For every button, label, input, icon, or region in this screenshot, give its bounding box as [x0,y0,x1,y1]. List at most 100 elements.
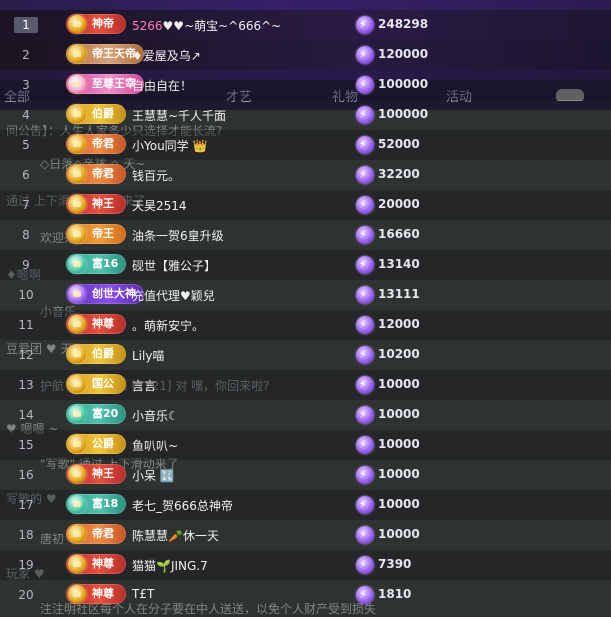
user-name[interactable]: 5266♥♥~萌宝~^666^~ [132,17,281,34]
user-name[interactable]: 猫猫🌱JING.7 [132,557,208,574]
rank-row[interactable]: 11 神尊 。萌新安宁。 12000 [0,310,611,340]
rank-emblem-icon [68,525,86,543]
user-name-text: 言言 [132,379,157,393]
level-badge: 富16 [66,254,127,274]
rank-number: 19 [18,558,34,572]
level-badge-label: 神尊 [92,317,114,330]
level-badge: 富18 [66,494,127,514]
rank-row[interactable]: 12 伯爵 Lily喵 10200 [0,340,611,370]
rank-row[interactable]: 7 神王 天昊2514 20000 [0,190,611,220]
level-badge-label: 公爵 [92,437,114,450]
lightning-coin-icon [356,436,374,454]
rank-row[interactable]: 8 帝王 油条一贺6皇升级 16660 [0,220,611,250]
rank-number: 9 [22,258,30,272]
rank-row[interactable]: 15 公爵 鱼叭叭~ 10000 [0,430,611,460]
user-name[interactable]: 油条一贺6皇升级 [132,227,224,244]
score-value: 10000 [378,527,420,541]
level-badge-label: 伯爵 [92,347,114,360]
rank-emblem-icon [68,465,86,483]
level-badge-label: 帝君 [92,137,114,150]
rank-row[interactable]: 18 帝君 陈慧慧🥕休一天 10000 [0,520,611,550]
rank-row[interactable]: 2 帝王天帝♦爱屋及乌↗ 120000 [0,40,611,70]
lightning-coin-icon [356,376,374,394]
rank-row[interactable]: 3 至尊王宰自由自在！ 100000 [0,70,611,100]
level-badge-label: 神帝 [92,17,114,30]
rank-number: 15 [18,438,34,452]
rank-row[interactable]: 5 帝君 小You同学 👑 52000 [0,130,611,160]
level-badge: 神王 [66,194,126,214]
lightning-coin-icon [356,16,374,34]
level-badge: 伯爵 [66,344,126,364]
rank-emblem-icon [68,195,86,213]
rank-row[interactable]: 9 富16 砚世【雅公子】 13140 [0,250,611,280]
user-name-text: 小You同学 👑 [132,139,208,153]
user-name[interactable]: Lily喵 [132,347,164,364]
user-name[interactable]: ♦爱屋及乌↗ [132,47,201,64]
level-badge-label: 至尊王宰 [92,77,136,90]
level-badge: 帝君 [66,134,126,154]
rank-row[interactable]: 16 神王 小呆 🔣 10000 [0,460,611,490]
rank-number: 8 [22,228,30,242]
user-name[interactable]: 小音乐☾ [132,407,179,424]
user-name[interactable]: 充值代理♥颖兒 [132,287,215,304]
score-value: 100000 [378,107,429,121]
rank-emblem-icon [68,315,86,333]
user-name-text: 小音乐☾ [132,409,179,423]
level-badge: 神尊 [66,314,126,334]
rank-row[interactable]: 17 富18 老七_贺666总神帝 10000 [0,490,611,520]
user-name-text: 小呆 🔣 [132,469,175,483]
user-name[interactable]: 砚世【雅公子】 [132,257,216,274]
rank-row[interactable]: 14 富20 小音乐☾ 10000 [0,400,611,430]
rank-number: 3 [22,78,30,92]
level-badge-label: 富20 [92,407,119,420]
user-name[interactable]: 小呆 🔣 [132,467,175,484]
user-name-text: 钱百元。 [132,169,181,183]
rank-row[interactable]: 10 创世大神充值代理♥颖兒 13111 [0,280,611,310]
user-name[interactable]: 老七_贺666总神帝 [132,497,233,514]
user-name[interactable]: 小You同学 👑 [132,137,207,154]
rank-number: 18 [18,528,34,542]
rank-emblem-icon [68,585,86,603]
score-value: 120000 [378,47,429,61]
level-badge-label: 帝王 [92,227,114,240]
level-badge-label: 创世大神 [92,287,136,300]
user-name-text: 陈慧慧🥕休一天 [132,529,219,543]
rank-number: 11 [18,318,34,332]
user-name[interactable]: 王慧慧~千人千面 [132,107,226,124]
lightning-coin-icon [356,106,374,124]
rank-emblem-icon [68,375,86,393]
rank-emblem-icon [68,15,86,33]
level-badge-label: 神尊 [92,557,114,570]
user-name[interactable]: 陈慧慧🥕休一天 [132,527,219,544]
score-value: 13140 [378,257,420,271]
score-value: 10000 [378,497,420,511]
user-name-text: 自由自在！ [132,79,193,93]
user-name-text: 猫猫🌱JING.7 [132,559,208,573]
user-name-text: 王慧慧~千人千面 [132,109,227,123]
level-badge-label: 神尊 [92,587,114,600]
rank-number: 14 [18,408,34,422]
score-value: 32200 [378,167,420,181]
user-name[interactable]: 。萌新安宁。 [132,317,204,334]
score-value: 12000 [378,317,420,331]
user-name[interactable]: 自由自在！ [132,77,192,94]
level-badge-label: 帝君 [92,167,114,180]
rank-row[interactable]: 4 伯爵 王慧慧~千人千面 100000 [0,100,611,130]
rank-number: 12 [18,348,34,362]
level-badge: 公爵 [66,434,126,454]
rank-row[interactable]: 6 帝君 钱百元。 32200 [0,160,611,190]
rank-emblem-icon [68,165,86,183]
user-name[interactable]: 天昊2514 [132,197,187,214]
level-badge-label: 神王 [92,197,114,210]
user-name[interactable]: 鱼叭叭~ [132,437,178,454]
user-name-text: 鱼叭叭~ [132,439,179,453]
rank-emblem-icon [68,555,86,573]
user-name[interactable]: 钱百元。 [132,167,180,184]
rank-row[interactable]: 19 神尊 猫猫🌱JING.7 7390 [0,550,611,580]
rank-row[interactable]: 20 神尊 T£T 1810 [0,580,611,610]
rank-row[interactable]: 1 神帝 5266♥♥~萌宝~^666^~ 248298 [0,10,611,40]
rank-row[interactable]: 13 国公 言言 10000 [0,370,611,400]
score-value: 10000 [378,437,420,451]
user-name[interactable]: 言言 [132,377,156,394]
user-name[interactable]: T£T [132,587,154,601]
